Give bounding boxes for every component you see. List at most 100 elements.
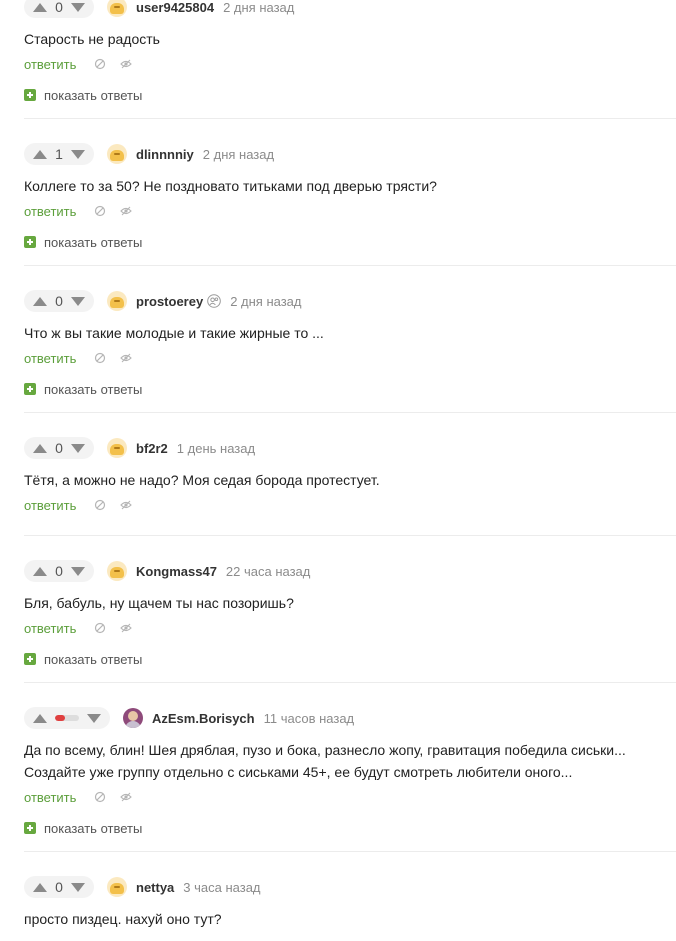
comment: 0 user9425804 2 дня назад Старость не ра… <box>24 0 676 119</box>
comment-username[interactable]: prostoerey <box>136 294 203 309</box>
comment-rating: 0 <box>55 293 63 309</box>
comment-text-line: Создайте уже группу отдельно с сиськами … <box>24 764 573 780</box>
comment-time[interactable]: 2 дня назад <box>230 294 301 309</box>
avatar[interactable] <box>107 291 127 311</box>
comment-username[interactable]: user9425804 <box>136 0 214 15</box>
comment-text: Старость не радость <box>24 28 676 50</box>
comment-time[interactable]: 11 часов назад <box>264 711 355 726</box>
plus-icon <box>24 822 36 834</box>
upvote-icon[interactable] <box>33 882 47 892</box>
comment-text-line: Бля, бабуль, ну щачем ты нас позоришь? <box>24 595 294 611</box>
comment-username[interactable]: Kongmass47 <box>136 564 217 579</box>
avatar[interactable] <box>107 561 127 581</box>
comment-header: 0 Kongmass47 22 часа назад <box>24 560 676 582</box>
plus-icon <box>24 89 36 101</box>
hide-icon[interactable] <box>120 352 133 364</box>
vote-control: 0 <box>24 0 94 18</box>
comment-rating: 0 <box>55 563 63 579</box>
vote-control: 1 <box>24 143 94 165</box>
reply-link[interactable]: ответить <box>24 204 76 219</box>
comment-text: Бля, бабуль, ну щачем ты нас позоришь? <box>24 592 676 614</box>
show-replies-button[interactable]: показать ответы <box>24 819 676 837</box>
downvote-icon[interactable] <box>70 882 85 892</box>
avatar[interactable] <box>123 708 143 728</box>
show-replies-button[interactable]: показать ответы <box>24 650 676 668</box>
comment-rating: 0 <box>55 0 63 15</box>
comment-username[interactable]: bf2r2 <box>136 441 168 456</box>
downvote-icon[interactable] <box>70 2 85 12</box>
block-icon[interactable] <box>94 205 106 217</box>
comment-actions: ответить <box>24 201 676 221</box>
avatar[interactable] <box>107 438 127 458</box>
show-replies-button[interactable]: показать ответы <box>24 233 676 251</box>
comment-header: 0 prostoerey 2 дня назад <box>24 290 676 312</box>
comment-text-line: Коллеге то за 50? Не поздновато титьками… <box>24 178 437 194</box>
plus-icon <box>24 236 36 248</box>
comment-time[interactable]: 3 часа назад <box>183 880 260 895</box>
reply-link[interactable]: ответить <box>24 790 76 805</box>
avatar[interactable] <box>107 144 127 164</box>
comment: 0 bf2r2 1 день назад Тётя, а можно не на… <box>24 413 676 536</box>
comment-actions: ответить <box>24 618 676 638</box>
comment-text-line: Да по всему, блин! Шея дряблая, пузо и б… <box>24 742 626 758</box>
block-icon[interactable] <box>94 622 106 634</box>
reply-link[interactable]: ответить <box>24 57 76 72</box>
block-icon[interactable] <box>94 58 106 70</box>
downvote-icon[interactable] <box>70 566 85 576</box>
reply-link[interactable]: ответить <box>24 621 76 636</box>
downvote-icon[interactable] <box>87 713 101 723</box>
comments-list: 0 user9425804 2 дня назад Старость не ра… <box>24 0 676 930</box>
hide-icon[interactable] <box>120 499 133 511</box>
downvote-icon[interactable] <box>70 296 85 306</box>
comment-rating: 1 <box>55 146 63 162</box>
comment: 0 Kongmass47 22 часа назад Бля, бабуль, … <box>24 536 676 683</box>
comment: 0 prostoerey 2 дня назад Что ж вы такие … <box>24 266 676 413</box>
avatar[interactable] <box>107 877 127 897</box>
comment-username[interactable]: AzEsm.Borisych <box>152 711 255 726</box>
comment-time[interactable]: 1 день назад <box>177 441 255 456</box>
comment-time[interactable]: 2 дня назад <box>203 147 274 162</box>
downvote-icon[interactable] <box>70 149 85 159</box>
upvote-icon[interactable] <box>33 566 47 576</box>
plus-icon <box>24 383 36 395</box>
reply-link[interactable]: ответить <box>24 351 76 366</box>
block-icon[interactable] <box>94 499 106 511</box>
plus-icon <box>24 653 36 665</box>
upvote-icon[interactable] <box>33 443 47 453</box>
avatar[interactable] <box>107 0 127 17</box>
comment-text: Тётя, а можно не надо? Моя седая борода … <box>24 469 676 491</box>
hide-icon[interactable] <box>120 58 133 70</box>
hide-icon[interactable] <box>120 791 133 803</box>
comment-username[interactable]: dlinnnniy <box>136 147 194 162</box>
comment-header: 1 dlinnnniy 2 дня назад <box>24 143 676 165</box>
show-replies-button[interactable]: показать ответы <box>24 86 676 104</box>
comment-header: 0 nettya 3 часа назад <box>24 876 676 898</box>
downvote-icon[interactable] <box>70 443 85 453</box>
comment-username[interactable]: nettya <box>136 880 174 895</box>
comment-time[interactable]: 2 дня назад <box>223 0 294 15</box>
upvote-icon[interactable] <box>33 2 47 12</box>
hide-icon[interactable] <box>120 622 133 634</box>
subscriber-icon <box>207 294 222 308</box>
comment-text-line: просто пиздец. нахуй оно тут? <box>24 911 222 927</box>
block-icon[interactable] <box>94 791 106 803</box>
comment-actions: ответить <box>24 787 676 807</box>
comment-time[interactable]: 22 часа назад <box>226 564 310 579</box>
vote-control: 0 <box>24 876 94 898</box>
comment-header: 0 bf2r2 1 день назад <box>24 437 676 459</box>
comment-header: AzEsm.Borisych 11 часов назад <box>24 707 676 729</box>
comment-rating: 0 <box>55 879 63 895</box>
comment-header: 0 user9425804 2 дня назад <box>24 0 676 18</box>
block-icon[interactable] <box>94 352 106 364</box>
upvote-icon[interactable] <box>33 713 47 723</box>
show-replies-label: показать ответы <box>44 87 143 103</box>
upvote-icon[interactable] <box>33 149 47 159</box>
comment-text-line: Тётя, а можно не надо? Моя седая борода … <box>24 472 380 488</box>
comment-rating: 0 <box>55 440 63 456</box>
upvote-icon[interactable] <box>33 296 47 306</box>
comment-actions: ответить <box>24 495 676 515</box>
comment-actions: ответить <box>24 54 676 74</box>
reply-link[interactable]: ответить <box>24 498 76 513</box>
show-replies-button[interactable]: показать ответы <box>24 380 676 398</box>
hide-icon[interactable] <box>120 205 133 217</box>
